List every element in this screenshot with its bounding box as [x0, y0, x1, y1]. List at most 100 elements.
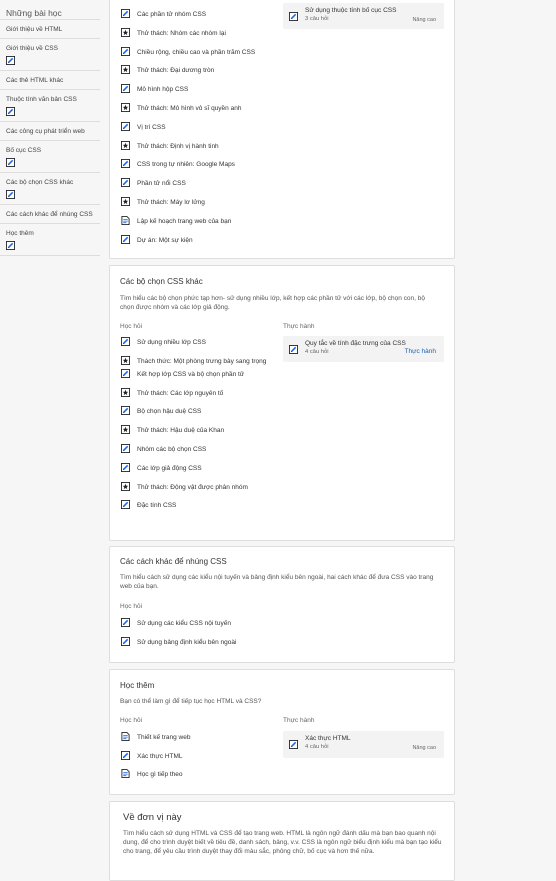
- lesson-item[interactable]: Xác thực HTML: [121, 750, 271, 761]
- lesson-item[interactable]: CSS trong tự nhiên: Google Maps: [121, 159, 281, 169]
- sidebar-item[interactable]: Giới thiệu về HTML: [0, 20, 100, 39]
- lesson-item[interactable]: Thử thách: Động vật được phân nhóm: [121, 481, 271, 492]
- lesson-label[interactable]: Thiết kế trang web: [137, 733, 190, 742]
- lesson-label[interactable]: Mô hình hộp CSS: [137, 85, 188, 94]
- lesson-item[interactable]: Thử thách: Nhóm các nhóm lại: [121, 27, 281, 38]
- lesson-item[interactable]: Học gì tiếp theo: [121, 769, 271, 779]
- sidebar-item-label[interactable]: Giới thiệu về HTML: [6, 26, 62, 33]
- practice-title[interactable]: Xác thực HTML: [305, 735, 351, 742]
- lesson-item[interactable]: Lập kế hoạch trang web của bạn: [121, 215, 281, 226]
- card-title[interactable]: Các cách khác để nhúng CSS: [120, 557, 227, 566]
- lesson-label[interactable]: Các phần tử nhóm CSS: [137, 10, 206, 19]
- lesson-label[interactable]: Phần tử nổi CSS: [137, 179, 186, 188]
- practice-title[interactable]: Sử dụng thuộc tính bố cục CSS: [305, 7, 396, 14]
- practice-card[interactable]: Xác thực HTML 4 câu hỏi Nâng cao: [283, 731, 444, 758]
- lesson-item[interactable]: Dự án: Một sự kiện: [121, 234, 281, 245]
- star-doc-icon: [121, 196, 130, 206]
- star-doc-icon: [121, 481, 130, 491]
- lesson-item[interactable]: Các phần tử nhóm CSS: [121, 9, 281, 19]
- lesson-item[interactable]: Sử dụng các kiểu CSS nội tuyến: [121, 618, 321, 628]
- sidebar-item[interactable]: Các công cụ phát triển web: [0, 122, 100, 141]
- lesson-item[interactable]: Nhóm các bộ chọn CSS: [121, 443, 271, 454]
- practice-card[interactable]: Sử dụng thuộc tính bố cục CSS 3 câu hỏi …: [283, 3, 444, 29]
- lesson-list: Thiết kế trang web Xác thực HTML Học gì ti…: [121, 732, 271, 789]
- lesson-label[interactable]: Thử thách: Định vị hành tinh: [137, 142, 219, 151]
- lesson-item[interactable]: Phần tử nổi CSS: [121, 178, 281, 188]
- lesson-label[interactable]: Sử dụng các kiểu CSS nội tuyến: [137, 619, 231, 628]
- edit-doc-icon: [121, 84, 130, 94]
- lesson-item[interactable]: Thử thách: Mô hình vô sĩ quyền anh: [121, 102, 281, 113]
- sidebar-item-label[interactable]: Các công cụ phát triển web: [6, 128, 85, 135]
- edit-doc-icon: [121, 9, 130, 18]
- lesson-item[interactable]: Sử dụng nhiều lớp CSS: [121, 337, 271, 347]
- practice-title[interactable]: Quy tắc về tính đặc trưng của CSS: [305, 340, 406, 347]
- lesson-label[interactable]: Vị trí CSS: [137, 123, 166, 132]
- sidebar-item-label[interactable]: Các bộ chọn CSS khác: [6, 179, 73, 186]
- edit-doc-icon: [121, 178, 130, 188]
- lesson-label[interactable]: Các lớp giả động CSS: [137, 464, 202, 473]
- sidebar-item[interactable]: Giới thiệu về CSS: [0, 39, 100, 71]
- lesson-item[interactable]: Vị trí CSS: [121, 121, 281, 132]
- lesson-label[interactable]: Thách thức: Một phòng trưng bày sang trọ…: [137, 357, 266, 366]
- sidebar-item-label[interactable]: Các thẻ HTML khác: [6, 77, 63, 84]
- lesson-item[interactable]: Kết hợp lớp CSS và bộ chọn phần tử: [121, 368, 271, 379]
- card-description: Bạn có thể làm gì để tiếp tục học HTML v…: [120, 698, 262, 705]
- sidebar-item-label[interactable]: Thuộc tính văn bản CSS: [6, 96, 77, 103]
- lesson-item[interactable]: Các lớp giả động CSS: [121, 462, 271, 473]
- practice-button[interactable]: Thực hành: [405, 348, 436, 355]
- lesson-item[interactable]: Sử dụng bảng định kiểu bên ngoài: [121, 636, 321, 647]
- lesson-label[interactable]: Học gì tiếp theo: [137, 770, 183, 779]
- lesson-label[interactable]: Thử thách: Máy lơ lửng: [137, 198, 205, 207]
- sidebar-item-label[interactable]: Bố cục CSS: [6, 147, 41, 154]
- lesson-label[interactable]: Thử thách: Các lớp nguyên tố: [137, 389, 223, 398]
- sidebar-item-label[interactable]: Học thêm: [6, 230, 34, 237]
- lesson-item[interactable]: Thiết kế trang web: [121, 732, 271, 742]
- lesson-item[interactable]: Bộ chọn hậu duệ CSS: [121, 406, 271, 416]
- sidebar-item[interactable]: Học thêm: [0, 224, 100, 256]
- lesson-label[interactable]: Thử thách: Đại dương tròn: [137, 66, 214, 75]
- sidebar-item[interactable]: Thuộc tính văn bản CSS: [0, 90, 100, 122]
- lesson-label[interactable]: CSS trong tự nhiên: Google Maps: [137, 160, 235, 169]
- star-doc-icon: [121, 387, 130, 397]
- lesson-label[interactable]: Bộ chọn hậu duệ CSS: [137, 407, 201, 416]
- lesson-label[interactable]: Dự án: Một sự kiện: [137, 236, 193, 245]
- learn-heading: Học hỏi: [120, 603, 143, 610]
- lesson-label[interactable]: Lập kế hoạch trang web của bạn: [137, 217, 231, 226]
- unit-card-selectors: Các bộ chọn CSS khác Tìm hiểu các bộ chọ…: [109, 265, 455, 541]
- sidebar-item[interactable]: Các thẻ HTML khác: [0, 71, 100, 90]
- lesson-label[interactable]: Thử thách: Nhóm các nhóm lại: [137, 29, 226, 38]
- sidebar-item[interactable]: Các cách khác để nhúng CSS: [0, 205, 100, 224]
- text-doc-icon: [121, 769, 130, 778]
- lesson-item[interactable]: Thử thách: Các lớp nguyên tố: [121, 387, 271, 398]
- practice-level: Nâng cao: [412, 17, 436, 23]
- edit-doc-icon: [121, 121, 130, 131]
- lesson-label[interactable]: Nhóm các bộ chọn CSS: [137, 445, 206, 454]
- lesson-label[interactable]: Sử dụng bảng định kiểu bên ngoài: [137, 638, 236, 647]
- card-title[interactable]: Các bộ chọn CSS khác: [120, 277, 203, 286]
- practice-card[interactable]: Quy tắc về tính đặc trưng của CSS 4 câu …: [283, 336, 444, 362]
- edit-doc-icon: [121, 618, 130, 627]
- lesson-item[interactable]: Chiều rộng, chiều cao và phần trăm CSS: [121, 46, 281, 57]
- star-doc-icon: [121, 425, 130, 435]
- lesson-label[interactable]: Sử dụng nhiều lớp CSS: [137, 338, 206, 347]
- sidebar-item-label[interactable]: Các cách khác để nhúng CSS: [6, 211, 93, 218]
- lesson-item[interactable]: Thử thách: Hậu duệ của Khan: [121, 425, 271, 435]
- lesson-item[interactable]: Đặc tính CSS: [121, 500, 271, 510]
- lesson-item[interactable]: Mô hình hộp CSS: [121, 84, 281, 94]
- lesson-label[interactable]: Thử thách: Mô hình vô sĩ quyền anh: [137, 104, 241, 113]
- lesson-label[interactable]: Thử thách: Hậu duệ của Khan: [137, 426, 224, 435]
- sidebar-item-label[interactable]: Giới thiệu về CSS: [6, 45, 58, 52]
- lesson-label[interactable]: Xác thực HTML: [137, 752, 183, 761]
- edit-doc-icon: [121, 159, 130, 169]
- lesson-label[interactable]: Kết hợp lớp CSS và bộ chọn phần tử: [137, 370, 244, 379]
- lesson-item[interactable]: Thử thách: Máy lơ lửng: [121, 196, 281, 207]
- lesson-item[interactable]: Thách thức: Một phòng trưng bày sang trọ…: [121, 355, 271, 366]
- card-title[interactable]: Học thêm: [120, 681, 154, 690]
- lesson-item[interactable]: Thử thách: Định vị hành tinh: [121, 140, 281, 151]
- lesson-item[interactable]: Thử thách: Đại dương tròn: [121, 65, 281, 75]
- lesson-label[interactable]: Đặc tính CSS: [137, 501, 176, 510]
- sidebar-item[interactable]: Bố cục CSS: [0, 141, 100, 173]
- sidebar-item[interactable]: Các bộ chọn CSS khác: [0, 173, 100, 205]
- lesson-label[interactable]: Chiều rộng, chiều cao và phần trăm CSS: [137, 48, 255, 57]
- lesson-label[interactable]: Thử thách: Động vật được phân nhóm: [137, 483, 248, 492]
